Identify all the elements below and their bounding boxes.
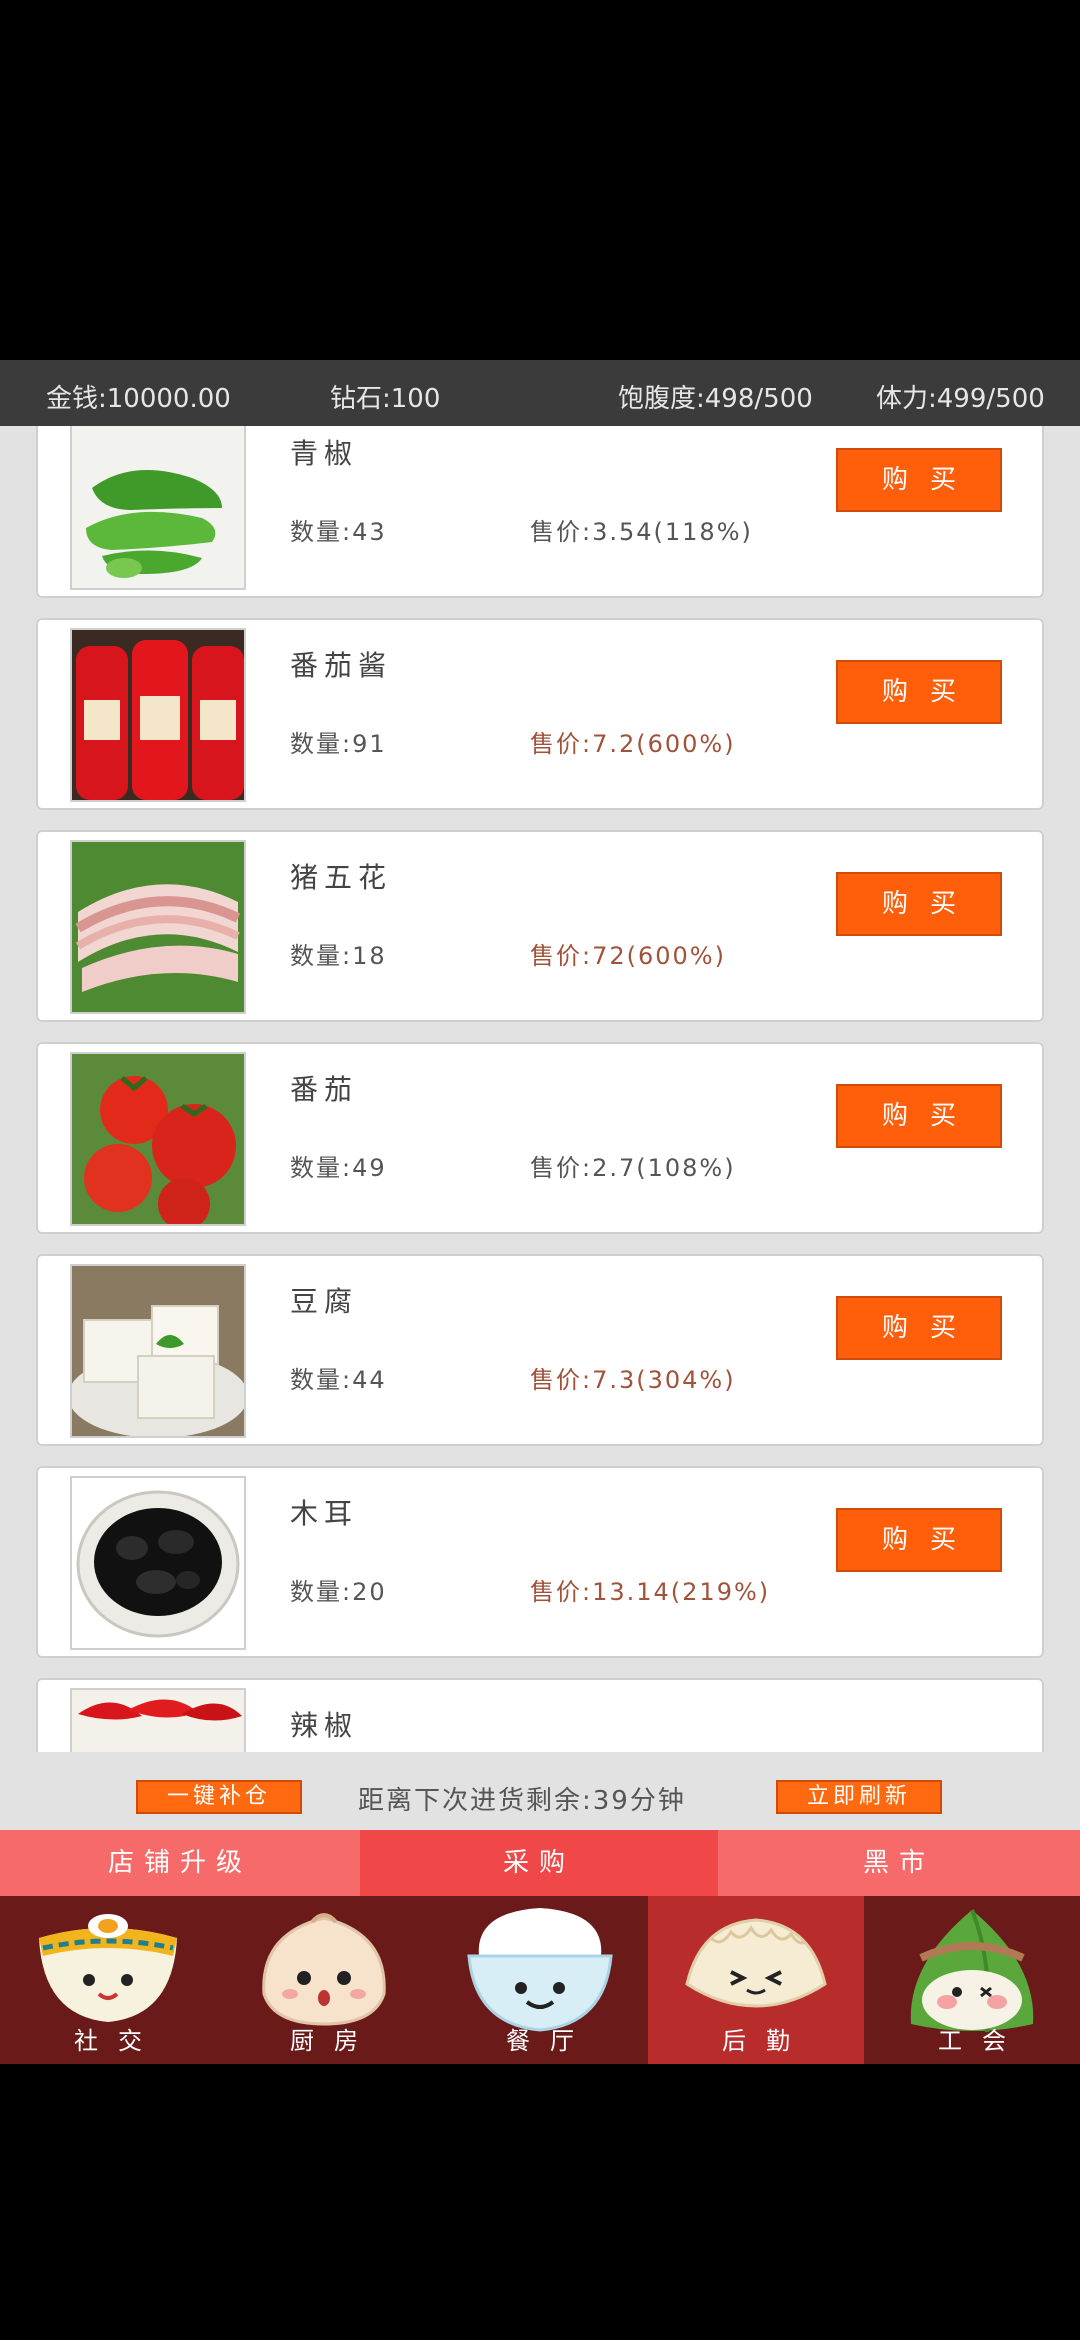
shop-panel: 青椒 数量:43 售价:3.54(118%) 购买 番茄酱 数量:91 售价:7…: [0, 426, 1080, 1830]
item-quantity: 数量:91: [290, 730, 387, 758]
buy-button[interactable]: 购买: [836, 872, 1002, 936]
buy-button[interactable]: 购买: [836, 660, 1002, 724]
wood-ear-image: [70, 1476, 246, 1650]
nav-label: 后勤: [722, 2027, 810, 2055]
buy-button[interactable]: 购买: [836, 1508, 1002, 1572]
item-list[interactable]: 青椒 数量:43 售价:3.54(118%) 购买 番茄酱 数量:91 售价:7…: [0, 426, 1080, 1752]
item-price: 售价:3.54(118%): [530, 518, 753, 546]
nav-guild[interactable]: 工会: [864, 1896, 1080, 2064]
item-quantity: 数量:43: [290, 518, 387, 546]
item-quantity: 数量:18: [290, 942, 387, 970]
item-quantity: 数量:20: [290, 1578, 387, 1606]
item-row: 番茄酱 数量:91 售价:7.2(600%) 购买: [36, 618, 1044, 810]
tab-shop-upgrade[interactable]: 店铺升级: [0, 1830, 360, 1896]
nav-restaurant[interactable]: 餐厅: [432, 1896, 648, 2064]
item-quantity: 数量:49: [290, 1154, 387, 1182]
nav-social[interactable]: 社交: [0, 1896, 216, 2064]
item-name: 木耳: [290, 1497, 359, 1530]
item-row: 辣椒: [36, 1678, 1044, 1752]
money-stat: 金钱:10000.00: [46, 384, 231, 414]
nav-label: 餐厅: [506, 2027, 594, 2055]
item-row: 青椒 数量:43 售价:3.54(118%) 购买: [36, 426, 1044, 598]
item-quantity: 数量:44: [290, 1366, 387, 1394]
tab-purchase[interactable]: 采购: [360, 1830, 718, 1896]
item-row: 木耳 数量:20 售价:13.14(219%) 购买: [36, 1466, 1044, 1658]
tofu-image: [70, 1264, 246, 1438]
item-name: 豆腐: [290, 1285, 359, 1318]
item-row: 番茄 数量:49 售价:2.7(108%) 购买: [36, 1042, 1044, 1234]
fullness-stat: 饱腹度:498/500: [618, 384, 813, 414]
restock-countdown: 距离下次进货剩余:39分钟: [358, 1786, 686, 1816]
diamond-stat: 钻石:100: [330, 384, 441, 414]
item-row: 豆腐 数量:44 售价:7.3(304%) 购买: [36, 1254, 1044, 1446]
restock-bar: 一键补仓 距离下次进货剩余:39分钟 立即刷新: [0, 1780, 1080, 1818]
item-price: 售价:72(600%): [530, 942, 726, 970]
item-name: 辣椒: [290, 1709, 359, 1742]
nav-label: 工会: [938, 2027, 1026, 2055]
item-price: 售价:7.2(600%): [530, 730, 736, 758]
nav-label: 厨房: [290, 2027, 378, 2055]
item-price: 售价:13.14(219%): [530, 1578, 771, 1606]
item-name: 番茄: [290, 1073, 359, 1106]
tab-black-market[interactable]: 黑市: [718, 1830, 1080, 1896]
dumpling-icon: [685, 1918, 827, 2008]
green-pepper-image: [70, 426, 246, 590]
nav-logistics[interactable]: 后勤: [648, 1896, 864, 2064]
refresh-now-button[interactable]: 立即刷新: [776, 1780, 942, 1814]
stats-bar: 金钱:10000.00 钻石:100 饱腹度:498/500 体力:499/50…: [0, 360, 1080, 426]
one-click-restock-button[interactable]: 一键补仓: [136, 1780, 302, 1814]
bottom-nav: 社交 厨房 餐厅 后勤 工会: [0, 1896, 1080, 2064]
bun-icon: [262, 1913, 386, 2026]
item-name: 青椒: [290, 437, 359, 470]
ramen-bowl-icon: [39, 1914, 177, 2022]
nav-kitchen[interactable]: 厨房: [216, 1896, 432, 2064]
buy-button[interactable]: 购买: [836, 1084, 1002, 1148]
item-price: 售价:2.7(108%): [530, 1154, 736, 1182]
item-name: 番茄酱: [290, 649, 393, 682]
nav-label: 社交: [74, 2027, 162, 2055]
buy-button[interactable]: 购买: [836, 448, 1002, 512]
buy-button[interactable]: 购买: [836, 1296, 1002, 1360]
item-row: 猪五花 数量:18 售价:72(600%) 购买: [36, 830, 1044, 1022]
item-price: 售价:7.3(304%): [530, 1366, 736, 1394]
stamina-stat: 体力:499/500: [876, 384, 1045, 414]
ketchup-image: [70, 628, 246, 802]
shop-tabs: 店铺升级 采购 黑市: [0, 1830, 1080, 1896]
chili-image: [70, 1688, 246, 1752]
tomato-image: [70, 1052, 246, 1226]
item-name: 猪五花: [290, 861, 393, 894]
pork-belly-image: [70, 840, 246, 1014]
